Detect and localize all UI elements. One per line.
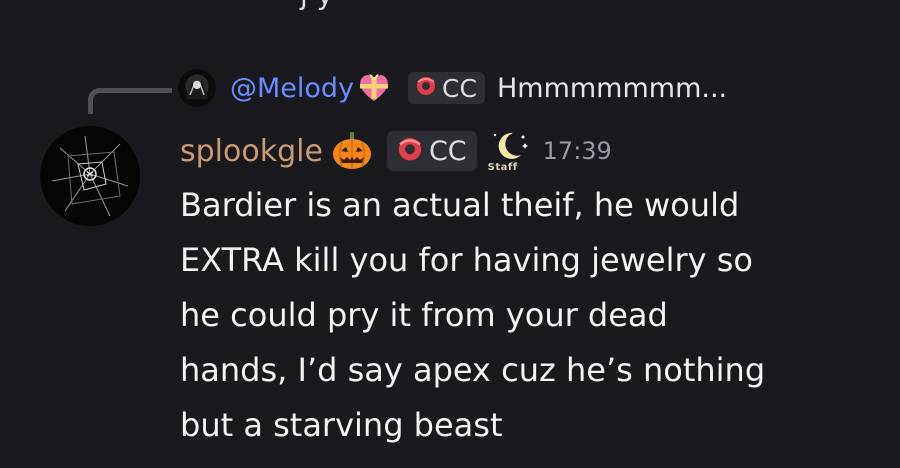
- reply-avatar[interactable]: [178, 69, 216, 107]
- message-line: but a starving beast: [180, 406, 503, 444]
- staff-badge[interactable]: Staff: [487, 129, 531, 173]
- staff-badge-label: Staff: [487, 162, 518, 173]
- reply-preview-text[interactable]: Hmmmmmmm...: [497, 73, 727, 104]
- message-line: he could pry it from your dead: [180, 296, 668, 334]
- message-timestamp[interactable]: 17:39: [543, 137, 612, 165]
- reply-author-name[interactable]: @Melody: [230, 73, 354, 104]
- message-line: hands, I’d say apex cuz he’s nothing: [180, 351, 766, 389]
- message-role-label: CC: [428, 135, 467, 167]
- message-line: Bardier is an actual theif, he would: [180, 186, 740, 224]
- chat-view: j y @Melody: [0, 0, 900, 468]
- red-donut-icon: [414, 73, 438, 103]
- previous-message-cutoff: j y: [300, 0, 333, 11]
- gift-heart-icon: [356, 73, 392, 103]
- reply-reference[interactable]: @Melody CC Hmmmmmmm...: [178, 68, 727, 108]
- jack-o-lantern-icon: [331, 131, 373, 171]
- reply-role-chip[interactable]: CC: [408, 72, 485, 104]
- red-donut-icon: [395, 133, 425, 170]
- message-role-chip[interactable]: CC: [386, 131, 477, 171]
- message-author-name[interactable]: splookgle: [180, 134, 323, 169]
- message-header: splookgle CC Staff 17:39: [180, 128, 612, 174]
- user-avatar[interactable]: [40, 126, 140, 226]
- reply-connector: [88, 88, 172, 114]
- reply-role-label: CC: [442, 73, 477, 103]
- message-line: EXTRA kill you for having jewelry so: [180, 241, 753, 279]
- message-content: Bardier is an actual theif, he would EXT…: [180, 178, 840, 453]
